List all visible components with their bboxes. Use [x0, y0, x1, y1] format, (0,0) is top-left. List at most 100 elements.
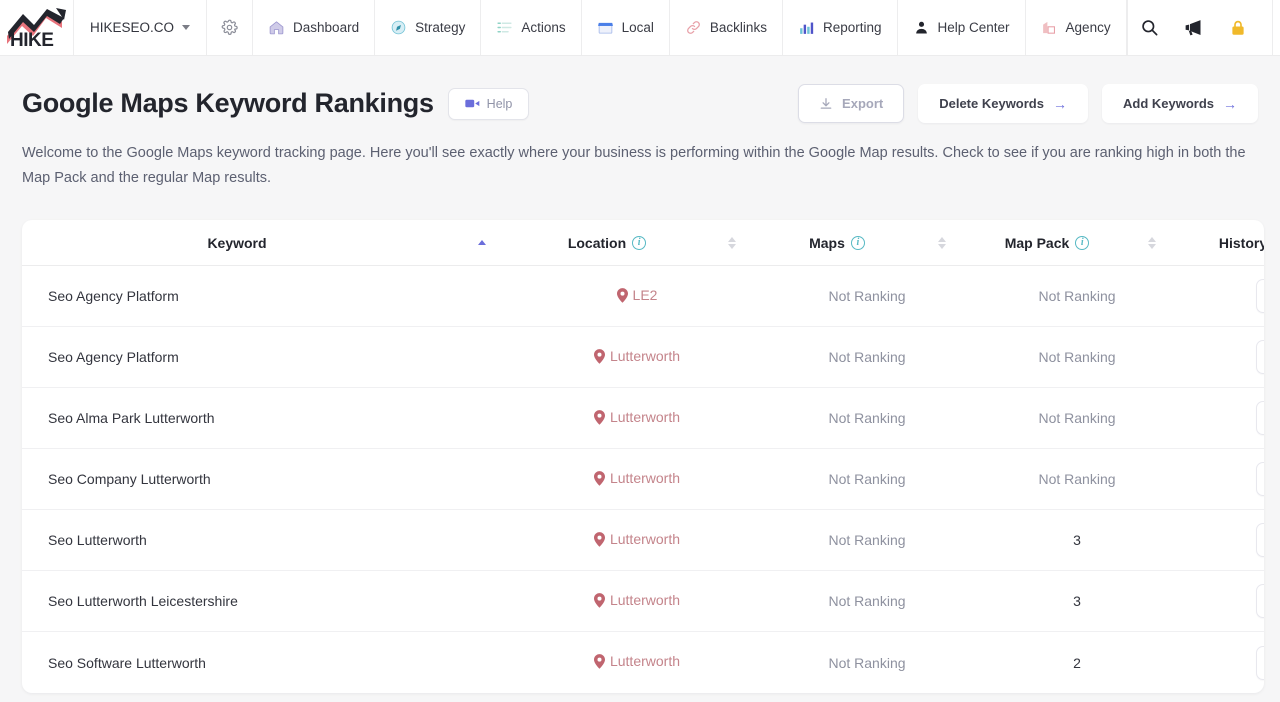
sort-keyword[interactable]: [452, 219, 512, 267]
search-button[interactable]: [1128, 0, 1172, 56]
history-button[interactable]: [1256, 523, 1264, 558]
history-button[interactable]: [1256, 584, 1264, 619]
cell-history: [1182, 570, 1264, 633]
help-button[interactable]: Help: [447, 87, 530, 120]
info-icon[interactable]: i: [1075, 235, 1090, 250]
export-button-label: Export: [842, 96, 884, 111]
nav-item-agency[interactable]: Agency: [1026, 0, 1127, 55]
cell-maps: Not Ranking: [762, 570, 972, 633]
user-menu[interactable]: [1271, 0, 1280, 56]
keyword-rankings-table-card: Keyword Location i Maps i Map Pack i His…: [22, 219, 1264, 693]
location-label: Lutterworth: [609, 531, 681, 547]
location-label: LE2: [632, 287, 658, 303]
column-header-location-label: Location: [567, 234, 627, 251]
table-row[interactable]: Seo Software Lutterworth Lutterworth Not R…: [22, 632, 1264, 693]
column-header-location[interactable]: Location i: [512, 219, 702, 267]
cell-map-pack: Not Ranking: [972, 387, 1182, 450]
settings-button[interactable]: [207, 0, 254, 55]
cell-history: [1182, 387, 1264, 450]
cell-location: Lutterworth: [512, 387, 762, 450]
nav-item-help-center[interactable]: Help Center: [898, 0, 1026, 55]
svg-text:HIKE: HIKE: [10, 30, 53, 50]
history-button[interactable]: [1256, 645, 1264, 680]
megaphone-icon: [1185, 20, 1201, 36]
nav-item-dashboard[interactable]: Dashboard: [253, 0, 376, 55]
add-keywords-label: Add Keywords: [1122, 96, 1214, 111]
info-icon[interactable]: i: [632, 235, 647, 250]
user-support-icon: [915, 21, 927, 34]
cell-history: [1182, 265, 1264, 328]
history-button[interactable]: [1256, 401, 1264, 436]
column-header-map-pack[interactable]: Map Pack i: [972, 219, 1122, 267]
sort-location[interactable]: [702, 219, 762, 267]
cell-map-pack: 3: [972, 570, 1182, 633]
table-row[interactable]: Seo Company Lutterworth Lutterworth Not Ra…: [22, 448, 1264, 511]
cell-maps: Not Ranking: [762, 265, 972, 328]
account-switcher[interactable]: HIKESEO.CO: [74, 0, 208, 55]
cell-keyword: Seo Company Lutterworth: [22, 448, 512, 511]
sort-maps[interactable]: [912, 219, 972, 267]
cell-location: LE2: [512, 265, 762, 328]
history-button[interactable]: [1256, 462, 1264, 497]
cell-map-pack: Not Ranking: [972, 326, 1182, 389]
sort-map-pack[interactable]: [1122, 219, 1182, 267]
hikeseo-logo[interactable]: HIKE: [0, 0, 74, 55]
table-row[interactable]: Seo Alma Park Lutterworth Lutterworth Not …: [22, 387, 1264, 450]
column-header-maps-label: Maps: [809, 234, 845, 251]
sort-toggle-icon[interactable]: [938, 236, 946, 249]
nav-item-local[interactable]: Local: [582, 0, 670, 55]
buildings-icon: [1042, 21, 1055, 34]
location-label: Lutterworth: [609, 653, 681, 670]
cell-maps: Not Ranking: [762, 509, 972, 572]
cell-history: [1182, 632, 1264, 693]
search-icon: [1142, 20, 1158, 36]
table-header-row: Keyword Location i Maps i Map Pack i His…: [22, 219, 1264, 267]
column-header-keyword[interactable]: Keyword: [22, 219, 452, 267]
cell-map-pack: 3: [972, 509, 1182, 572]
table-row[interactable]: Seo Agency Platform Lutterworth Not Rankin…: [22, 326, 1264, 389]
map-pin-icon: [593, 592, 605, 608]
security-lock-button[interactable]: [1216, 0, 1260, 56]
table-row[interactable]: Seo Lutterworth Leicestershire Lutterwort…: [22, 570, 1264, 633]
cell-maps: Not Ranking: [762, 326, 972, 389]
cell-history: [1182, 326, 1264, 389]
cell-map-pack: Not Ranking: [972, 448, 1182, 511]
nav-item-label: Strategy: [415, 20, 466, 35]
gear-icon: [221, 19, 238, 35]
table-row[interactable]: Seo Agency Platform LE2 Not Ranking Not Ran…: [22, 265, 1264, 328]
announcements-button[interactable]: [1172, 0, 1216, 56]
nav-item-label: Agency: [1065, 20, 1111, 35]
cell-keyword: Seo Agency Platform: [22, 265, 512, 328]
link-icon: [687, 21, 700, 34]
storefront-icon: [597, 22, 613, 34]
nav-item-label: Reporting: [822, 20, 882, 35]
cell-location: Lutterworth: [512, 570, 762, 633]
nav-item-actions[interactable]: Actions: [481, 0, 582, 55]
sort-ascending-icon[interactable]: [478, 240, 486, 245]
cell-location: Lutterworth: [512, 448, 762, 511]
add-keywords-button[interactable]: Add Keywords →: [1101, 84, 1258, 123]
cell-keyword: Seo Alma Park Lutterworth: [22, 387, 512, 450]
export-button[interactable]: Export: [798, 84, 905, 123]
sort-toggle-icon[interactable]: [728, 236, 736, 249]
nav-item-strategy[interactable]: Strategy: [375, 0, 482, 55]
map-pin-icon: [593, 653, 605, 669]
nav-item-backlinks[interactable]: Backlinks: [670, 0, 783, 55]
delete-keywords-button[interactable]: Delete Keywords →: [918, 84, 1088, 123]
nav-right-actions: [1128, 0, 1280, 56]
page-title-group: Google Maps Keyword Rankings Help: [22, 87, 530, 120]
page-description: Welcome to the Google Maps keyword track…: [22, 145, 1246, 187]
column-header-map-pack-label: Map Pack: [1004, 234, 1070, 251]
column-header-maps[interactable]: Maps i: [762, 219, 912, 267]
nav-item-reporting[interactable]: Reporting: [783, 0, 898, 55]
info-icon[interactable]: i: [850, 235, 865, 250]
cell-keyword: Seo Agency Platform: [22, 326, 512, 389]
column-header-history[interactable]: History: [1182, 219, 1264, 267]
table-row[interactable]: Seo Lutterworth Lutterworth Not Ranking 3: [22, 509, 1264, 572]
history-button[interactable]: [1256, 279, 1264, 314]
history-button[interactable]: [1256, 340, 1264, 375]
chevron-down-icon: [182, 25, 191, 30]
sort-toggle-icon[interactable]: [1148, 236, 1156, 249]
cell-history: [1182, 448, 1264, 511]
home-icon: [269, 21, 284, 35]
